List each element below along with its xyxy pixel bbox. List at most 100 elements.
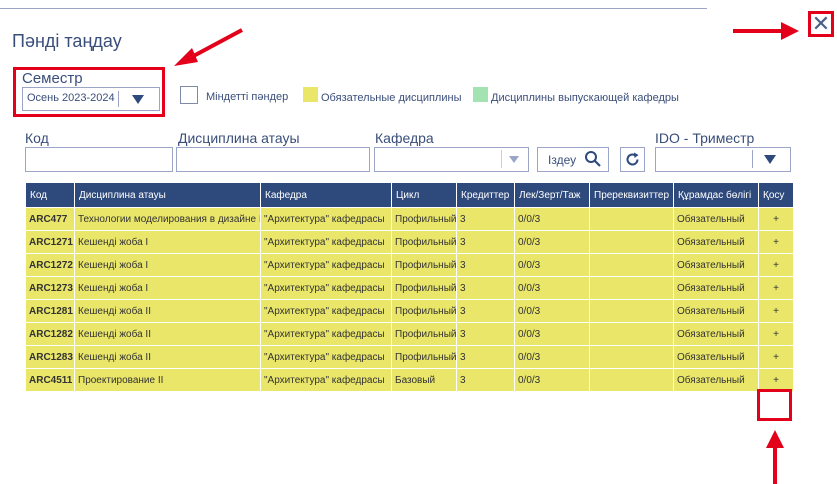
cycle-cell: Профильный xyxy=(391,345,457,369)
credits-cell: 3 xyxy=(456,230,515,254)
name-cell: Проектирование II xyxy=(74,368,261,392)
table-row[interactable]: ARC1282 Кешенді жоба II "Архитектура" ка… xyxy=(25,322,794,346)
add-button[interactable]: + xyxy=(758,299,794,323)
discipline-input[interactable] xyxy=(176,147,370,172)
table-row[interactable]: ARC477 Технологии моделирования в дизайн… xyxy=(25,207,794,231)
semester-select-divider xyxy=(118,91,119,107)
dialog-top-border xyxy=(0,8,707,9)
code-cell: ARC1281 xyxy=(25,299,75,323)
prereq-cell xyxy=(589,253,674,277)
prereq-cell xyxy=(589,322,674,346)
search-icon xyxy=(585,151,601,167)
code-cell: ARC1283 xyxy=(25,345,75,369)
table-row[interactable]: ARC4511 Проектирование II "Архитектура" … xyxy=(25,368,794,392)
code-cell: ARC1273 xyxy=(25,276,75,300)
add-button[interactable]: + xyxy=(758,230,794,254)
name-cell: Кешенді жоба I xyxy=(74,276,261,300)
cycle-cell: Профильный xyxy=(391,276,457,300)
hours-cell: 0/0/3 xyxy=(514,230,590,254)
hours-cell: 0/0/3 xyxy=(514,253,590,277)
disciplines-table: Код Дисциплина атауы Кафедра Цикл Кредит… xyxy=(25,182,794,392)
chevron-down-icon[interactable] xyxy=(132,95,144,104)
arrow-icon xyxy=(733,22,799,40)
credits-cell: 3 xyxy=(456,299,515,323)
column-header[interactable]: Цикл xyxy=(391,182,457,208)
hours-cell: 0/0/3 xyxy=(514,368,590,392)
chevron-down-icon[interactable] xyxy=(509,156,519,163)
hours-cell: 0/0/3 xyxy=(514,322,590,346)
component-cell: Обязательный xyxy=(673,276,759,300)
ido-filter-label: IDO - Триместр xyxy=(655,130,755,146)
hours-cell: 0/0/3 xyxy=(514,207,590,231)
cycle-cell: Профильный xyxy=(391,207,457,231)
prereq-cell xyxy=(589,299,674,323)
column-header[interactable]: Кафедра xyxy=(260,182,392,208)
name-cell: Кешенді жоба II xyxy=(74,345,261,369)
refresh-icon xyxy=(626,152,639,166)
code-cell: ARC4511 xyxy=(25,368,75,392)
semester-label: Семестр xyxy=(22,70,83,87)
mandatory-label: Міндетті пәндер xyxy=(206,91,289,103)
add-button[interactable]: + xyxy=(758,207,794,231)
table-row[interactable]: ARC1272 Кешенді жоба I "Архитектура" каф… xyxy=(25,253,794,277)
code-cell: ARC1282 xyxy=(25,322,75,346)
close-button[interactable]: ✕ xyxy=(808,11,834,37)
department-cell: "Архитектура" кафедрасы xyxy=(260,322,392,346)
hours-cell: 0/0/3 xyxy=(514,299,590,323)
name-cell: Технологии моделирования в дизайне I xyxy=(74,207,261,231)
name-cell: Кешенді жоба II xyxy=(74,299,261,323)
discipline-filter-label: Дисциплина атауы xyxy=(178,130,300,146)
arrow-icon xyxy=(766,430,784,484)
column-header[interactable]: Дисциплина атауы xyxy=(74,182,261,208)
column-header[interactable]: Код xyxy=(25,182,75,208)
department-cell: "Архитектура" кафедрасы xyxy=(260,299,392,323)
credits-cell: 3 xyxy=(456,276,515,300)
column-header[interactable]: Лек/Зерт/Таж xyxy=(514,182,590,208)
prereq-cell xyxy=(589,230,674,254)
component-cell: Обязательный xyxy=(673,322,759,346)
arrow-icon xyxy=(174,28,243,66)
department-cell: "Архитектура" кафедрасы xyxy=(260,345,392,369)
column-header[interactable]: Қосу xyxy=(758,182,794,208)
credits-cell: 3 xyxy=(456,345,515,369)
prereq-cell xyxy=(589,276,674,300)
column-header[interactable]: Құрамдас бөлігі xyxy=(673,182,759,208)
credits-cell: 3 xyxy=(456,207,515,231)
add-button[interactable]: + xyxy=(758,345,794,369)
credits-cell: 3 xyxy=(456,368,515,392)
semester-value: Осень 2023-2024 xyxy=(27,92,115,104)
search-button-label: Іздеу xyxy=(548,153,577,167)
table-row[interactable]: ARC1271 Кешенді жоба I "Архитектура" каф… xyxy=(25,230,794,254)
component-cell: Обязательный xyxy=(673,345,759,369)
component-cell: Обязательный xyxy=(673,368,759,392)
cycle-cell: Профильный xyxy=(391,299,457,323)
department-cell: "Архитектура" кафедрасы xyxy=(260,207,392,231)
department-legend-label: Дисциплины выпускающей кафедры xyxy=(491,92,679,104)
add-button[interactable]: + xyxy=(758,253,794,277)
table-row[interactable]: ARC1281 Кешенді жоба II "Архитектура" ка… xyxy=(25,299,794,323)
add-button[interactable]: + xyxy=(758,322,794,346)
name-cell: Кешенді жоба I xyxy=(74,230,261,254)
required-color-swatch xyxy=(303,87,318,102)
column-header[interactable]: Пререквизиттер xyxy=(589,182,674,208)
prereq-cell xyxy=(589,345,674,369)
department-cell: "Архитектура" кафедрасы xyxy=(260,368,392,392)
department-select[interactable] xyxy=(374,147,529,172)
code-cell: ARC1272 xyxy=(25,253,75,277)
name-cell: Кешенді жоба II xyxy=(74,322,261,346)
component-cell: Обязательный xyxy=(673,230,759,254)
table-row[interactable]: ARC1283 Кешенді жоба II "Архитектура" ка… xyxy=(25,345,794,369)
department-filter-label: Кафедра xyxy=(375,130,434,146)
mandatory-checkbox[interactable] xyxy=(180,86,198,104)
credits-cell: 3 xyxy=(456,322,515,346)
chevron-down-icon[interactable] xyxy=(764,155,776,164)
column-header[interactable]: Кредиттер xyxy=(456,182,515,208)
cycle-cell: Профильный xyxy=(391,322,457,346)
cycle-cell: Базовый xyxy=(391,368,457,392)
code-input[interactable] xyxy=(25,147,173,172)
department-select-divider xyxy=(501,150,502,168)
add-button[interactable]: + xyxy=(758,276,794,300)
code-filter-label: Код xyxy=(25,130,49,146)
table-row[interactable]: ARC1273 Кешенді жоба I "Архитектура" каф… xyxy=(25,276,794,300)
department-cell: "Архитектура" кафедрасы xyxy=(260,230,392,254)
